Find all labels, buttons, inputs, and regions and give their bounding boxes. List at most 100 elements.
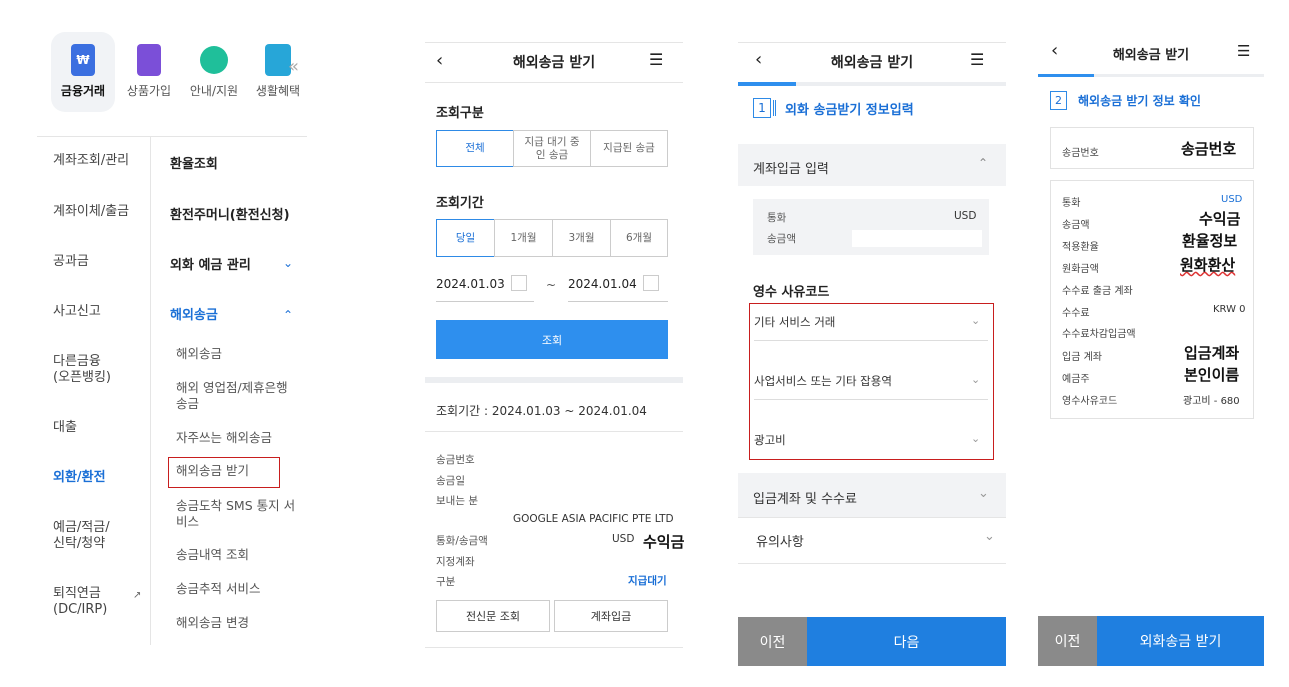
hamburger-menu-icon[interactable]: ☰: [1237, 42, 1250, 60]
date-from-input[interactable]: 2024.01.03: [436, 277, 505, 291]
right-menu-exchange-pocket[interactable]: 환전주머니(환전신청): [170, 204, 290, 223]
reason-option-2[interactable]: 사업서비스 또는 기타 잡용역: [754, 373, 892, 389]
reason-option-1[interactable]: 기타 서비스 거래: [754, 314, 835, 330]
step-title: 해외송금 받기 정보 확인: [1078, 94, 1201, 108]
quick-menu-label: 안내/지원: [189, 84, 239, 98]
menu-panel: ₩ 금융거래 상품가입 안내/지원 생활혜택 « 계좌조회/관리 계좌이체/출금…: [0, 0, 320, 687]
prev-button[interactable]: 이전: [738, 617, 807, 666]
row-label: 예금주: [1062, 374, 1090, 385]
right-menu-overseas-remit[interactable]: 해외송금: [170, 304, 218, 323]
hamburger-menu-icon[interactable]: ☰: [970, 50, 984, 69]
sub-menu-remit[interactable]: 해외송금: [176, 346, 298, 362]
scroll-arrows-icon[interactable]: «: [288, 56, 299, 77]
reason-option-3[interactable]: 광고비: [754, 432, 786, 448]
left-menu-loan[interactable]: 대출: [53, 420, 77, 436]
currency-value: USD: [954, 210, 977, 222]
left-menu-bills[interactable]: 공과금: [53, 254, 89, 270]
divider: [37, 136, 307, 137]
sub-menu-favorite[interactable]: 자주쓰는 해외송금: [176, 430, 298, 446]
sub-menu-change[interactable]: 해외송금 변경: [176, 615, 298, 631]
period-summary: 조회기간 : 2024.01.03 ~ 2024.01.04: [436, 404, 647, 418]
row-label: 수수료차감입금액: [1062, 329, 1136, 340]
sub-menu-tracking[interactable]: 송금추적 서비스: [176, 581, 298, 597]
left-menu-account[interactable]: 계좌조회/관리: [53, 153, 129, 169]
sub-menu-receive[interactable]: 해외송금 받기: [176, 463, 298, 479]
chevron-down-icon[interactable]: ⌄: [978, 486, 989, 501]
section-title: 계좌입금 입력: [753, 162, 829, 177]
reason-title: 영수 사유코드: [753, 285, 830, 300]
hamburger-menu-icon[interactable]: ☰: [649, 50, 663, 69]
left-menu-forex[interactable]: 외환/환전: [53, 470, 106, 486]
label-sender: 보내는 분: [436, 495, 478, 507]
quick-menu-label: 금융거래: [60, 84, 106, 98]
chevron-down-icon[interactable]: ⌄: [971, 373, 980, 386]
next-button[interactable]: 다음: [807, 617, 1006, 666]
external-link-icon: ↗: [133, 590, 142, 601]
input-panel: ‹ 해외송금 받기 ☰ 1 외화 송금받기 정보입력 계좌입금 입력 ⌃ 통화 …: [738, 42, 1006, 666]
label-currency: 통화/송금액: [436, 535, 488, 547]
left-menu-openbanking[interactable]: 다른금융 (오픈뱅킹): [53, 354, 111, 386]
row-label: 통화: [1062, 198, 1081, 209]
remit-no-label: 송금번호: [1062, 148, 1099, 159]
status-badge: 지급대기: [628, 575, 667, 587]
chevron-down-icon[interactable]: ⌄: [971, 314, 980, 327]
receive-button[interactable]: 외화송금 받기: [1097, 616, 1264, 666]
telegram-button[interactable]: 전신문 조회: [436, 600, 550, 632]
right-menu-fx-deposit[interactable]: 외화 예금 관리: [170, 254, 251, 273]
section-title: 입금계좌 및 수수료: [753, 492, 857, 507]
chevron-down-icon[interactable]: ⌄: [283, 256, 293, 270]
label-account: 지정계좌: [436, 556, 475, 568]
quick-menu-benefits[interactable]: 생활혜택: [246, 32, 310, 112]
tab-1month[interactable]: 1개월: [494, 219, 553, 257]
left-menu-deposit[interactable]: 예금/적금/ 신탁/청약: [53, 520, 110, 552]
date-to-input[interactable]: 2024.01.04: [568, 277, 637, 291]
calendar-icon[interactable]: [511, 275, 527, 291]
tab-6month[interactable]: 6개월: [610, 219, 668, 257]
right-menu-rate[interactable]: 환율조회: [170, 153, 218, 172]
headset-icon: [200, 46, 228, 74]
row-value: USD: [1221, 194, 1243, 205]
left-menu-report[interactable]: 사고신고: [53, 304, 101, 320]
progress-bar: [1038, 74, 1094, 77]
row-annotation: 원화환산: [1180, 256, 1236, 274]
step-number: 1: [753, 98, 771, 118]
quick-menu-finance[interactable]: ₩ 금융거래: [51, 32, 115, 112]
currency-value: USD: [612, 533, 635, 545]
quick-menu-support[interactable]: 안내/지원: [182, 32, 246, 112]
sender-name: GOOGLE ASIA PACIFIC PTE LTD: [513, 513, 674, 525]
label-remit-no: 송금번호: [436, 454, 475, 466]
tab-paid[interactable]: 지급된 송금: [590, 130, 668, 167]
sub-menu-partner-bank[interactable]: 해외 영업점/제휴은행 송금: [176, 380, 298, 412]
deposit-button[interactable]: 계좌입금: [554, 600, 668, 632]
chevron-up-icon[interactable]: ⌃: [978, 156, 988, 170]
shopping-bag-icon: [137, 44, 161, 76]
tab-3month[interactable]: 3개월: [552, 219, 611, 257]
search-button[interactable]: 조회: [436, 320, 668, 359]
confirm-panel: ‹ 해외송금 받기 ☰ 2 해외송금 받기 정보 확인 송금번호 송금번호 통화…: [1038, 34, 1264, 666]
currency-label: 통화: [767, 212, 787, 224]
row-annotation: 본인이름: [1184, 366, 1240, 384]
calendar-icon[interactable]: [643, 275, 659, 291]
receive-list-panel: ‹ 해외송금 받기 ☰ 조회구분 전체 지급 대기 중인 송금 지급된 송금 조…: [425, 42, 684, 652]
amount-input[interactable]: [852, 230, 982, 247]
sub-menu-history[interactable]: 송금내역 조회: [176, 547, 298, 563]
left-menu-pension[interactable]: 퇴직연금 (DC/IRP): [53, 586, 107, 618]
tab-pending[interactable]: 지급 대기 중인 송금: [513, 130, 591, 167]
tab-today[interactable]: 당일: [436, 219, 495, 257]
quick-menu-label: 생활혜택: [255, 84, 301, 98]
chevron-down-icon[interactable]: ⌄: [971, 432, 980, 445]
quick-menu-products[interactable]: 상품가입: [117, 32, 181, 112]
row-value: 광고비 - 680: [1183, 396, 1240, 407]
date-separator: ~: [546, 278, 557, 292]
row-annotation: 입금계좌: [1184, 344, 1240, 362]
chevron-up-icon[interactable]: ⌃: [283, 308, 293, 322]
sub-menu-sms[interactable]: 송금도착 SMS 통지 서비스: [176, 498, 298, 530]
left-menu-transfer[interactable]: 계좌이체/출금: [53, 204, 129, 220]
label-type: 구분: [436, 576, 456, 588]
tab-all[interactable]: 전체: [436, 130, 514, 167]
quick-menu-label: 상품가입: [126, 84, 172, 98]
chevron-down-icon[interactable]: ⌄: [984, 529, 995, 544]
row-label: 입금 계좌: [1062, 352, 1102, 363]
section-title: 조회기간: [436, 196, 484, 211]
prev-button[interactable]: 이전: [1038, 616, 1097, 666]
